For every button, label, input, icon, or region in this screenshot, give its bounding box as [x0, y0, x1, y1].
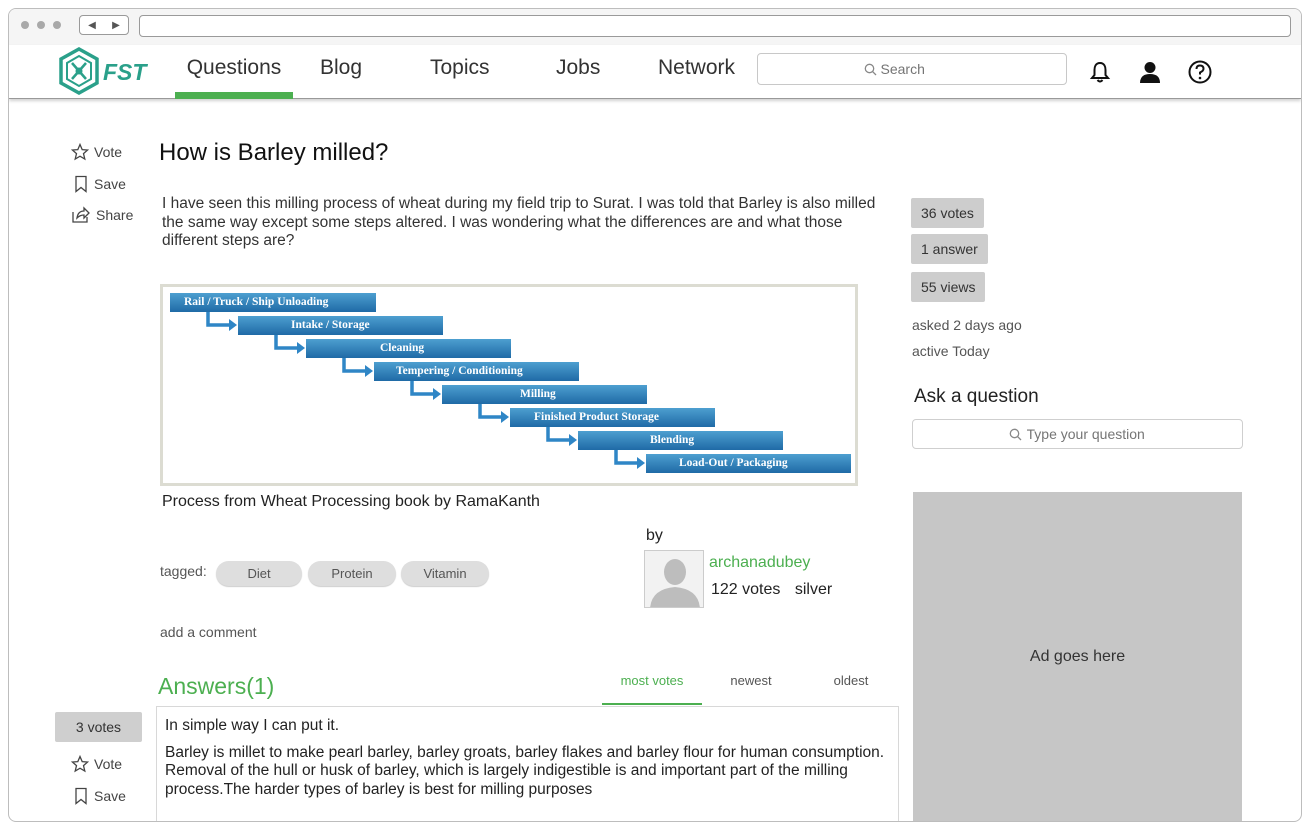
help-icon[interactable] [1187, 59, 1213, 85]
question-body: I have seen this milling process of whea… [162, 195, 876, 249]
process-step: Finished Product Storage [510, 408, 715, 427]
ask-question-input[interactable] [1026, 426, 1147, 442]
star-icon [71, 143, 89, 161]
tag-vitamin[interactable]: Vitamin [401, 561, 489, 586]
sort-oldest[interactable]: oldest [821, 673, 881, 705]
process-diagram-image: Rail / Truck / Ship Unloading Intake / S… [160, 284, 858, 486]
answer-content: In simple way I can put it. Barley is mi… [156, 706, 899, 821]
user-icon[interactable] [1137, 59, 1163, 85]
browser-chrome: ◀ ▶ [9, 9, 1301, 45]
ask-question-box[interactable] [912, 419, 1243, 449]
bookmark-icon [75, 175, 87, 193]
votes-stat: 36 votes [911, 198, 984, 228]
views-stat: 55 views [911, 272, 986, 302]
bookmark-icon [75, 787, 87, 805]
bell-icon[interactable] [1087, 59, 1113, 85]
search-box[interactable] [757, 53, 1067, 85]
active-time: active Today [912, 343, 990, 359]
search-input[interactable] [880, 61, 961, 77]
process-step: Blending [578, 431, 783, 450]
save-label: Save [94, 788, 126, 804]
nav-questions[interactable]: Questions [175, 55, 293, 99]
image-caption: Process from Wheat Processing book by Ra… [162, 493, 540, 510]
question-vote-button[interactable]: Vote [71, 143, 122, 161]
tag-diet[interactable]: Diet [216, 561, 302, 586]
answer-vote-count: 3 votes [55, 712, 142, 742]
forward-arrow-icon[interactable]: ▶ [112, 20, 120, 31]
author-badge: silver [794, 581, 833, 598]
star-icon [71, 755, 89, 773]
process-step: Load-Out / Packaging [646, 454, 851, 473]
window-dot [21, 21, 29, 29]
save-label: Save [94, 176, 126, 192]
process-step: Cleaning [306, 339, 511, 358]
nav-topics[interactable]: Topics [430, 55, 490, 99]
process-step: Rail / Truck / Ship Unloading [170, 293, 376, 312]
nav-blog[interactable]: Blog [320, 55, 362, 99]
address-bar[interactable] [139, 15, 1291, 37]
author-username[interactable]: archanadubey [709, 554, 810, 572]
search-icon [1009, 428, 1021, 440]
author-votes: 122 votes [711, 581, 781, 598]
window-dot [53, 21, 61, 29]
question-share-button[interactable]: Share [71, 206, 133, 224]
process-step: Intake / Storage [238, 316, 443, 335]
process-step: Tempering / Conditioning [374, 362, 579, 381]
logo-icon [59, 46, 99, 96]
tagged-label: tagged: [160, 563, 207, 579]
share-icon [72, 206, 90, 223]
add-comment-link[interactable]: add a comment [160, 624, 257, 640]
site-logo[interactable]: FST [57, 46, 157, 97]
ad-text: Ad goes here [1029, 648, 1126, 665]
answer-text: Barley is millet to make pearl barley, b… [165, 743, 885, 798]
browser-window: ◀ ▶ FST Questions Blog Topics Jobs Netwo… [8, 8, 1302, 822]
sort-newest[interactable]: newest [721, 673, 781, 705]
avatar-placeholder-icon [650, 559, 700, 607]
site-header: FST Questions Blog Topics Jobs Network [9, 45, 1301, 99]
answer-save-button[interactable]: Save [73, 787, 126, 805]
question-save-button[interactable]: Save [73, 175, 126, 193]
author-stats: 122 votes silver [711, 581, 832, 599]
ad-placeholder[interactable]: Ad goes here [913, 492, 1242, 821]
search-icon [864, 63, 876, 75]
ask-question-title: Ask a question [914, 386, 1039, 407]
browser-nav-buttons[interactable]: ◀ ▶ [79, 15, 129, 35]
author-by-label: by [646, 527, 663, 544]
answers-stat: 1 answer [911, 234, 988, 264]
share-label: Share [96, 207, 134, 223]
answer-intro: In simple way I can put it. [165, 717, 340, 734]
process-step: Milling [442, 385, 647, 404]
nav-jobs[interactable]: Jobs [556, 55, 600, 99]
nav-network[interactable]: Network [658, 55, 735, 99]
asked-time: asked 2 days ago [912, 317, 1022, 333]
vote-label: Vote [94, 756, 123, 772]
tag-protein[interactable]: Protein [308, 561, 396, 586]
vote-label: Vote [94, 144, 123, 160]
logo-text: FST [103, 59, 147, 85]
sort-most-votes[interactable]: most votes [602, 673, 702, 705]
back-arrow-icon[interactable]: ◀ [88, 20, 96, 31]
answers-title: Answers(1) [158, 673, 275, 699]
avatar[interactable] [644, 550, 704, 608]
answer-vote-button[interactable]: Vote [71, 755, 122, 773]
window-dot [37, 21, 45, 29]
question-title: How is Barley milled? [159, 139, 389, 166]
